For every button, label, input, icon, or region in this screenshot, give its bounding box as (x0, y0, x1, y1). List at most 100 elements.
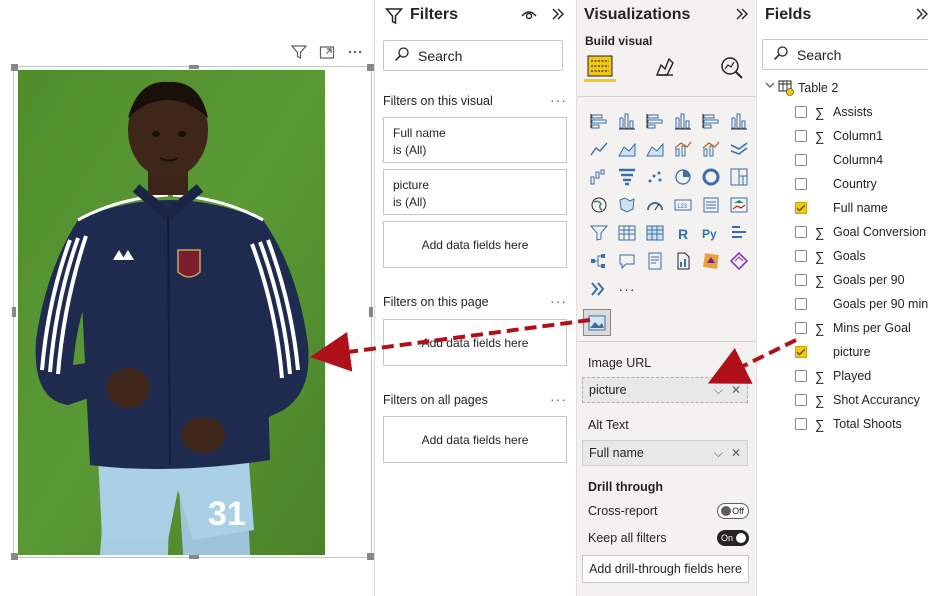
fields-search-input[interactable]: Search (762, 39, 928, 70)
cross-report-toggle[interactable]: Off (717, 503, 749, 519)
field-checkbox[interactable] (795, 370, 807, 382)
analytics-tab-icon[interactable] (719, 55, 745, 86)
pie-icon[interactable] (669, 163, 697, 191)
more-options-icon[interactable]: ··· (550, 293, 567, 309)
field-checkbox[interactable] (795, 418, 807, 430)
field-checkbox[interactable] (795, 346, 807, 358)
resize-handle[interactable] (189, 555, 199, 559)
format-visual-tab-icon[interactable] (653, 55, 677, 84)
resize-handle[interactable] (11, 553, 18, 560)
keep-all-filters-toggle[interactable]: On (717, 530, 749, 546)
chevron-down-icon[interactable]: ⌵ (714, 446, 723, 461)
resize-handle[interactable] (369, 307, 373, 317)
clustered-bar-icon[interactable] (641, 107, 669, 135)
close-icon[interactable]: ✕ (731, 383, 741, 398)
line-icon[interactable] (585, 135, 613, 163)
matrix-icon[interactable] (641, 219, 669, 247)
smart-narrative-icon[interactable] (641, 247, 669, 275)
field-item[interactable]: ∑ Column1 (757, 124, 928, 148)
more-icon[interactable]: ··· (613, 275, 641, 303)
filters-search-input[interactable]: Search (383, 40, 563, 71)
image-url-well[interactable]: picture ⌵ ✕ (582, 377, 748, 403)
ribbon-icon[interactable] (725, 135, 753, 163)
field-item[interactable]: Column4 (757, 148, 928, 172)
waterfall-icon[interactable] (585, 163, 613, 191)
paginated-icon[interactable] (669, 247, 697, 275)
treemap-icon[interactable] (725, 163, 753, 191)
report-canvas[interactable]: 31 (0, 0, 374, 596)
field-checkbox[interactable] (795, 154, 807, 166)
field-checkbox[interactable] (795, 394, 807, 406)
add-data-fields-page[interactable]: Add data fields here (383, 319, 567, 366)
field-checkbox[interactable] (795, 322, 807, 334)
chevrons-icon[interactable] (585, 275, 613, 303)
card-icon[interactable]: 123 (669, 191, 697, 219)
field-item[interactable]: ∑ Mins per Goal (757, 316, 928, 340)
build-visual-tab[interactable] (584, 52, 616, 82)
100-column-icon[interactable] (725, 107, 753, 135)
power-apps-icon[interactable] (697, 247, 725, 275)
chevron-down-icon[interactable]: ⌵ (714, 383, 723, 398)
field-checkbox[interactable] (795, 250, 807, 262)
decomposition-tree-icon[interactable] (585, 247, 613, 275)
field-item[interactable]: Goals per 90 min... (757, 292, 928, 316)
stacked-column-icon[interactable] (613, 107, 641, 135)
donut-icon[interactable] (697, 163, 725, 191)
more-options-icon[interactable]: ··· (550, 92, 567, 108)
filter-icon[interactable] (290, 43, 308, 61)
qa-icon[interactable] (613, 247, 641, 275)
collapse-pane-icon[interactable] (915, 7, 928, 26)
table-node[interactable]: Table 2 (757, 76, 928, 100)
funnel-icon[interactable] (613, 163, 641, 191)
focus-mode-icon[interactable] (318, 43, 336, 61)
field-item[interactable]: ∑ Goal Conversion (757, 220, 928, 244)
resize-handle[interactable] (12, 307, 16, 317)
scatter-icon[interactable] (641, 163, 669, 191)
key-influencers-icon[interactable] (725, 219, 753, 247)
chevron-down-icon[interactable] (764, 79, 776, 94)
stacked-bar-icon[interactable] (585, 107, 613, 135)
field-checkbox[interactable] (795, 178, 807, 190)
power-automate-icon[interactable] (725, 247, 753, 275)
field-item[interactable]: ∑ Played (757, 364, 928, 388)
field-checkbox[interactable] (795, 130, 807, 142)
field-item[interactable]: Full name (757, 196, 928, 220)
gauge-icon[interactable] (641, 191, 669, 219)
field-checkbox[interactable] (795, 106, 807, 118)
resize-handle[interactable] (367, 553, 374, 560)
collapse-pane-icon[interactable] (551, 7, 565, 26)
stacked-area-icon[interactable] (641, 135, 669, 163)
resize-handle[interactable] (11, 64, 18, 71)
map-icon[interactable] (585, 191, 613, 219)
filter-card-picture[interactable]: picture is (All) (383, 169, 567, 215)
image-visual[interactable]: 31 (11, 64, 374, 560)
field-item[interactable]: ∑ Shot Accurancy (757, 388, 928, 412)
line-clustered-icon[interactable] (697, 135, 725, 163)
resize-handle[interactable] (189, 65, 199, 69)
filled-map-icon[interactable] (613, 191, 641, 219)
add-data-fields-visual[interactable]: Add data fields here (383, 221, 567, 268)
kpi-icon[interactable] (725, 191, 753, 219)
area-icon[interactable] (613, 135, 641, 163)
line-column-icon[interactable] (669, 135, 697, 163)
collapse-pane-icon[interactable] (735, 7, 749, 26)
slicer-icon[interactable] (585, 219, 613, 247)
field-item[interactable]: picture (757, 340, 928, 364)
resize-handle[interactable] (367, 64, 374, 71)
clustered-column-icon[interactable] (669, 107, 697, 135)
field-item[interactable]: Country (757, 172, 928, 196)
table-icon[interactable] (613, 219, 641, 247)
add-data-fields-all-pages[interactable]: Add data fields here (383, 416, 567, 463)
more-options-icon[interactable]: ··· (550, 391, 567, 407)
field-checkbox[interactable] (795, 226, 807, 238)
field-item[interactable]: ∑ Goals per 90 (757, 268, 928, 292)
close-icon[interactable]: ✕ (731, 446, 741, 461)
field-checkbox[interactable] (795, 298, 807, 310)
add-drill-through-fields[interactable]: Add drill-through fields here (582, 555, 749, 583)
more-options-icon[interactable] (346, 43, 364, 61)
python-icon[interactable]: Py (697, 219, 725, 247)
field-item[interactable]: ∑ Assists (757, 100, 928, 124)
field-item[interactable]: ∑ Goals (757, 244, 928, 268)
eye-icon[interactable] (521, 8, 537, 27)
image-visual-type-icon[interactable] (583, 309, 611, 336)
